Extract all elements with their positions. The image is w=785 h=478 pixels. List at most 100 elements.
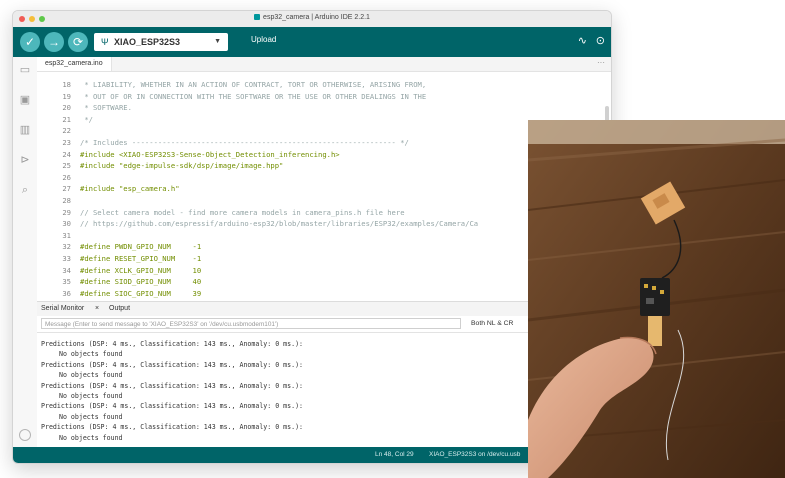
line-number: 32 <box>62 242 71 252</box>
code-line: 31 <box>37 230 611 242</box>
code-line: 24 #include <XIAO-ESP32S3-Sense-Object_De… <box>37 149 611 161</box>
serial-plotter-icon[interactable]: ∿ <box>578 34 587 47</box>
code-text: #include <XIAO-ESP32S3-Sense-Object_Dete… <box>80 149 340 159</box>
arrow-right-icon: → <box>48 35 60 49</box>
arduino-ide-window: esp32_camera | Arduino IDE 2.2.1 ✓ → ⟳ Ψ… <box>12 10 612 464</box>
debug-icon[interactable]: ⊳ <box>18 153 32 167</box>
code-text: #define XCLK_GPIO_NUM 10 <box>80 265 202 275</box>
library-icon[interactable]: ▥ <box>18 123 32 137</box>
line-ending-select[interactable]: Both NL & CR <box>471 318 513 330</box>
tab-serial-monitor[interactable]: Serial Monitor <box>41 302 84 316</box>
line-number: 20 <box>62 103 71 113</box>
line-number: 19 <box>62 91 71 101</box>
tab-output[interactable]: Output <box>109 302 130 316</box>
line-number: 35 <box>62 277 71 287</box>
serial-result-line: No objects found <box>59 392 123 400</box>
serial-prediction-line: Predictions (DSP: 4 ms., Classification:… <box>41 340 304 348</box>
code-text: #define SIOC_GPIO_NUM 39 <box>80 288 202 298</box>
window-title-text: esp32_camera | Arduino IDE 2.2.1 <box>263 14 370 21</box>
window-title: esp32_camera | Arduino IDE 2.2.1 <box>13 14 611 21</box>
code-line: 35 #define SIOD_GPIO_NUM 40 <box>37 276 611 288</box>
upload-button[interactable]: → <box>44 32 64 52</box>
line-number: 27 <box>62 184 71 194</box>
code-text: * SOFTWARE. <box>80 103 132 113</box>
code-line: 36 #define SIOC_GPIO_NUM 39 <box>37 288 611 300</box>
code-line: 28 <box>37 195 611 207</box>
line-number: 22 <box>62 126 71 136</box>
code-line: 32 #define PWDN_GPIO_NUM -1 <box>37 241 611 253</box>
code-line: 27 #include "esp_camera.h" <box>37 183 611 195</box>
code-text: /* Includes ----------------------------… <box>80 138 409 147</box>
cursor-position: Ln 48, Col 29 <box>375 451 414 458</box>
code-text: #define SIOD_GPIO_NUM 40 <box>80 277 202 287</box>
upload-tooltip: Upload <box>251 35 277 44</box>
status-bar: Ln 48, Col 29 XIAO_ESP32S3 on /dev/cu.us… <box>13 447 611 463</box>
serial-prediction-line: Predictions (DSP: 4 ms., Classification:… <box>41 360 304 369</box>
debug-icon: ⟳ <box>72 35 84 49</box>
usb-icon: Ψ <box>101 37 109 47</box>
code-text: #include "esp_camera.h" <box>80 184 180 194</box>
line-number: 24 <box>62 149 71 159</box>
title-bar: esp32_camera | Arduino IDE 2.2.1 <box>13 11 611 28</box>
serial-prediction-line: Predictions (DSP: 4 ms., Classification:… <box>41 381 304 390</box>
line-number: 34 <box>62 265 71 275</box>
toolbar: ✓ → ⟳ Ψ XIAO_ESP32S3 ▼ Upload ∿ ⊙ <box>13 27 611 57</box>
code-text: #define RESET_GPIO_NUM -1 <box>80 254 202 263</box>
verify-button[interactable]: ✓ <box>20 32 40 52</box>
board-selector[interactable]: Ψ XIAO_ESP32S3 ▼ <box>94 33 228 51</box>
activity-sidebar: ▭ ▣ ▥ ⊳ ⌕ <box>13 57 38 447</box>
code-text: #include "edge-impulse-sdk/dsp/image/ima… <box>80 161 284 171</box>
serial-result-line: No objects found <box>59 412 123 421</box>
line-number: 31 <box>62 230 71 240</box>
serial-monitor-icon[interactable]: ⊙ <box>596 34 605 47</box>
serial-result-line: No objects found <box>59 371 123 380</box>
line-number: 28 <box>62 196 71 205</box>
board-name: XIAO_ESP32S3 <box>114 37 181 47</box>
arduino-file-icon <box>254 14 261 20</box>
line-number: 29 <box>62 207 71 217</box>
line-number: 25 <box>62 161 71 171</box>
boards-manager-icon[interactable]: ▣ <box>18 93 32 107</box>
bottom-panel-tabs: Serial Monitor × Output <box>37 301 611 316</box>
close-icon[interactable]: × <box>95 302 99 316</box>
line-number: 30 <box>62 219 71 229</box>
line-number: 33 <box>62 254 71 263</box>
line-number: 18 <box>62 80 71 89</box>
code-text: * LIABILITY, WHETHER IN AN ACTION OF CON… <box>80 80 427 89</box>
hardware-photo <box>528 120 785 478</box>
photo-illustration <box>528 120 785 478</box>
serial-result-line: No objects found <box>59 350 123 359</box>
board-port-status: XIAO_ESP32S3 on /dev/cu.usb <box>429 451 521 458</box>
code-line: 23 /* Includes --------------------------… <box>37 137 611 149</box>
line-number: 21 <box>62 114 71 124</box>
code-editor[interactable]: 18 * LIABILITY, WHETHER IN AN ACTION OF … <box>37 72 611 301</box>
serial-output: Predictions (DSP: 4 ms., Classification:… <box>37 333 611 447</box>
folder-icon[interactable]: ▭ <box>18 63 32 77</box>
code-text: // https://github.com/espressif/arduino-… <box>80 219 479 229</box>
tab-esp32-camera[interactable]: esp32_camera.ino <box>37 57 112 71</box>
code-line: 22 <box>37 125 611 137</box>
code-text: // Select camera model - find more camer… <box>80 207 405 217</box>
code-text: #define PWDN_GPIO_NUM -1 <box>80 242 202 252</box>
serial-message-input[interactable]: Message (Enter to send message to 'XIAO_… <box>41 318 461 329</box>
more-icon[interactable]: ··· <box>597 57 605 69</box>
code-text: */ <box>80 114 93 124</box>
code-line: 33 #define RESET_GPIO_NUM -1 <box>37 253 611 265</box>
line-number: 23 <box>62 138 71 147</box>
serial-result-line: No objects found <box>59 433 123 442</box>
search-icon[interactable]: ⌕ <box>18 183 32 197</box>
account-icon[interactable] <box>19 429 31 441</box>
code-line: 18 * LIABILITY, WHETHER IN AN ACTION OF … <box>37 79 611 91</box>
code-line: 19 * OUT OF OR IN CONNECTION WITH THE SO… <box>37 91 611 103</box>
message-bar: Message (Enter to send message to 'XIAO_… <box>37 316 611 333</box>
serial-prediction-line: Predictions (DSP: 4 ms., Classification:… <box>41 423 304 432</box>
line-number: 26 <box>62 172 71 182</box>
code-line: 25 #include "edge-impulse-sdk/dsp/image/i… <box>37 160 611 172</box>
editor-tabs: esp32_camera.ino ··· <box>37 57 611 72</box>
code-line: 21 */ <box>37 114 611 126</box>
line-number: 36 <box>62 288 71 298</box>
serial-prediction-line: Predictions (DSP: 4 ms., Classification:… <box>41 402 304 411</box>
check-icon: ✓ <box>24 35 36 49</box>
code-line: 30 // https://github.com/espressif/arduin… <box>37 218 611 230</box>
debug-button[interactable]: ⟳ <box>68 32 88 52</box>
